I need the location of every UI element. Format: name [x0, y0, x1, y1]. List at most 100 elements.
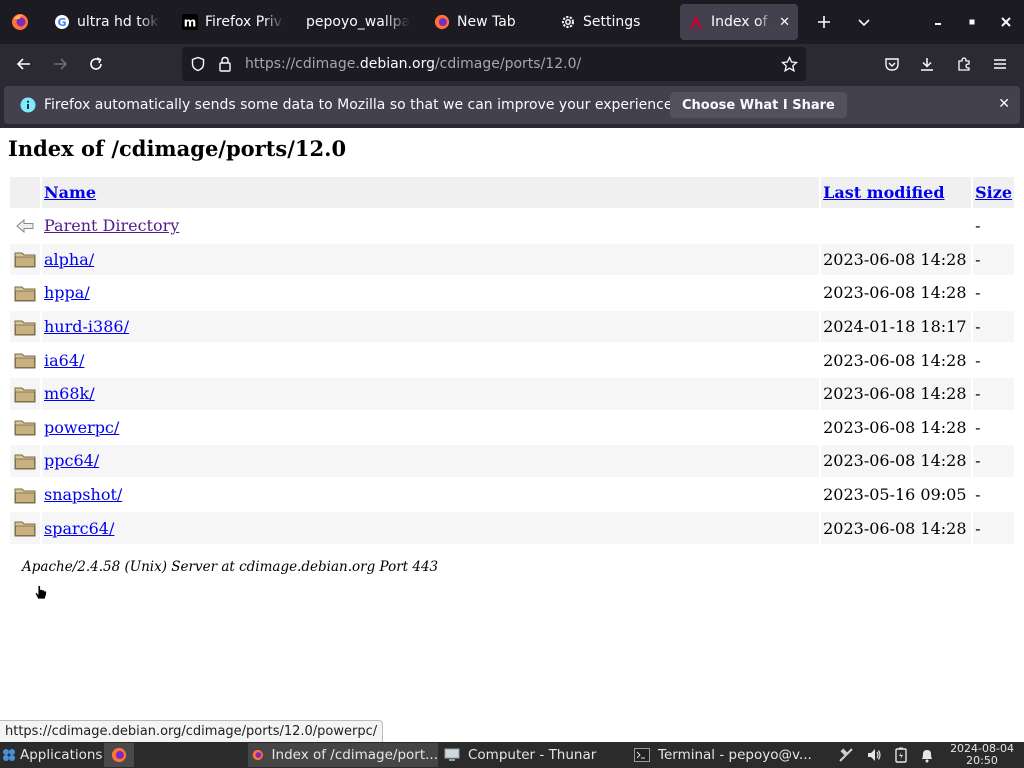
table-row: Parent Directory -	[10, 210, 1014, 242]
tab-label: ultra hd toky	[77, 14, 160, 30]
minimize-button[interactable]	[920, 4, 956, 40]
hamburger-menu-icon	[994, 59, 1006, 69]
tab-0[interactable]: G ultra hd toky	[46, 4, 168, 40]
svg-text:G: G	[57, 16, 66, 29]
arrow-left-icon	[16, 58, 30, 70]
modified-cell: 2023-06-08 14:28	[821, 512, 972, 544]
tab-label: pepoyo_wallpa	[306, 14, 410, 30]
name-cell: ia64/	[42, 344, 819, 376]
icon-cell	[10, 344, 40, 376]
tab-2[interactable]: pepoyo_wallpa	[298, 4, 418, 40]
maximize-icon	[969, 19, 975, 25]
parent-directory-link[interactable]: Parent Directory	[44, 216, 179, 235]
close-window-button[interactable]	[988, 4, 1024, 40]
firefox-icon	[111, 747, 127, 763]
launcher-firefox[interactable]	[104, 743, 134, 767]
extensions-button[interactable]	[948, 48, 980, 80]
task-label: Index of /cdimage/port...	[271, 747, 438, 763]
notification-bell-icon[interactable]	[920, 747, 934, 763]
directory-link[interactable]: m68k/	[44, 384, 95, 403]
tab-1[interactable]: m Firefox Priva	[174, 4, 292, 40]
server-signature: Apache/2.4.58 (Unix) Server at cdimage.d…	[22, 559, 439, 575]
url-bar[interactable]: https://cdimage.debian.org/cdimage/ports…	[182, 47, 806, 81]
directory-link[interactable]: snapshot/	[44, 485, 122, 504]
icon-cell	[10, 377, 40, 410]
task-thunar-window[interactable]: Computer - Thunar	[440, 743, 626, 767]
navigation-toolbar: https://cdimage.debian.org/cdimage/ports…	[0, 44, 1024, 84]
applications-menu-button[interactable]: Applications	[2, 743, 106, 767]
directory-link[interactable]: hurd-i386/	[44, 317, 129, 336]
downloads-button[interactable]	[911, 48, 943, 80]
pocket-button[interactable]	[876, 48, 908, 80]
star-icon[interactable]	[781, 56, 798, 73]
url-prefix: https://cdimage.	[245, 56, 360, 72]
directory-link[interactable]: alpha/	[44, 250, 94, 269]
table-row: alpha/ 2023-06-08 14:28 -	[10, 243, 1014, 276]
tab-5-active[interactable]: Index of /c ✕	[680, 4, 798, 40]
directory-listing-table: Name Last modified Size Parent Directory…	[8, 175, 1016, 546]
google-icon: G	[54, 14, 70, 30]
directory-link[interactable]: hppa/	[44, 283, 90, 302]
tab-label: Settings	[583, 14, 641, 30]
firefox-view-button[interactable]	[2, 4, 38, 40]
sort-by-name-link[interactable]: Name	[44, 183, 96, 202]
reload-button[interactable]	[80, 48, 112, 80]
close-icon	[1001, 17, 1011, 27]
icon-cell	[10, 512, 40, 544]
tab-3[interactable]: New Tab	[426, 4, 544, 40]
sort-by-modified-link[interactable]: Last modified	[823, 183, 944, 202]
close-notification-icon[interactable]: ✕	[998, 96, 1010, 112]
name-cell: m68k/	[42, 377, 820, 410]
puzzle-icon	[958, 57, 970, 71]
task-firefox-window[interactable]: Index of /cdimage/port...	[248, 743, 438, 767]
modified-column-header: Last modified	[821, 177, 972, 208]
modified-cell: 2023-06-08 14:28	[821, 243, 972, 276]
arrow-right-icon	[54, 58, 68, 70]
maximize-button[interactable]	[954, 4, 990, 40]
table-row: powerpc/ 2023-06-08 14:28 -	[10, 412, 1014, 444]
pocket-icon	[885, 58, 899, 71]
medium-icon: m	[182, 14, 198, 30]
task-label: Computer - Thunar	[468, 747, 597, 763]
name-cell: hppa/	[42, 277, 819, 309]
close-tab-icon[interactable]: ✕	[779, 15, 790, 30]
shield-icon[interactable]	[190, 56, 206, 72]
folder-icon	[14, 420, 36, 436]
size-cell: -	[975, 350, 981, 370]
size-cell: -	[975, 417, 981, 437]
tab-4[interactable]: Settings	[552, 4, 672, 40]
size-column-header: Size	[973, 177, 1014, 208]
plus-icon	[818, 16, 830, 28]
task-label: Terminal - pepoyo@v...	[658, 747, 812, 763]
clock[interactable]: 2024-08-04 20:50	[950, 743, 1014, 767]
table-row: ia64/ 2023-06-08 14:28 -	[10, 344, 1014, 376]
lock-icon[interactable]	[218, 56, 232, 72]
directory-link[interactable]: ppc64/	[44, 451, 99, 470]
choose-what-i-share-button[interactable]: Choose What I Share	[670, 92, 847, 118]
forward-button[interactable]	[44, 48, 76, 80]
firefox-icon	[12, 14, 28, 30]
size-cell: -	[973, 310, 1014, 343]
applications-label: Applications	[20, 747, 103, 763]
folder-icon	[14, 454, 36, 470]
task-terminal-window[interactable]: Terminal - pepoyo@v...	[630, 743, 816, 767]
back-button[interactable]	[8, 48, 40, 80]
name-cell: ppc64/	[42, 445, 820, 477]
url-domain: debian.org	[359, 56, 435, 72]
network-icon[interactable]	[838, 747, 854, 763]
directory-link[interactable]: ia64/	[44, 351, 84, 370]
notification-box: Firefox automatically sends some data to…	[4, 86, 1020, 124]
app-menu-button[interactable]	[984, 48, 1016, 80]
icon-cell	[10, 277, 40, 309]
reload-icon	[90, 57, 102, 70]
battery-icon[interactable]	[894, 747, 908, 763]
new-tab-button[interactable]	[806, 4, 842, 40]
volume-icon[interactable]	[866, 747, 882, 763]
table-row: m68k/ 2023-06-08 14:28 -	[10, 377, 1014, 410]
icon-column-header	[10, 177, 40, 208]
folder-icon	[14, 252, 36, 268]
sort-by-size-link[interactable]: Size	[975, 183, 1012, 202]
directory-link[interactable]: sparc64/	[44, 519, 114, 538]
list-all-tabs-button[interactable]	[846, 4, 882, 40]
directory-link[interactable]: powerpc/	[44, 418, 119, 437]
